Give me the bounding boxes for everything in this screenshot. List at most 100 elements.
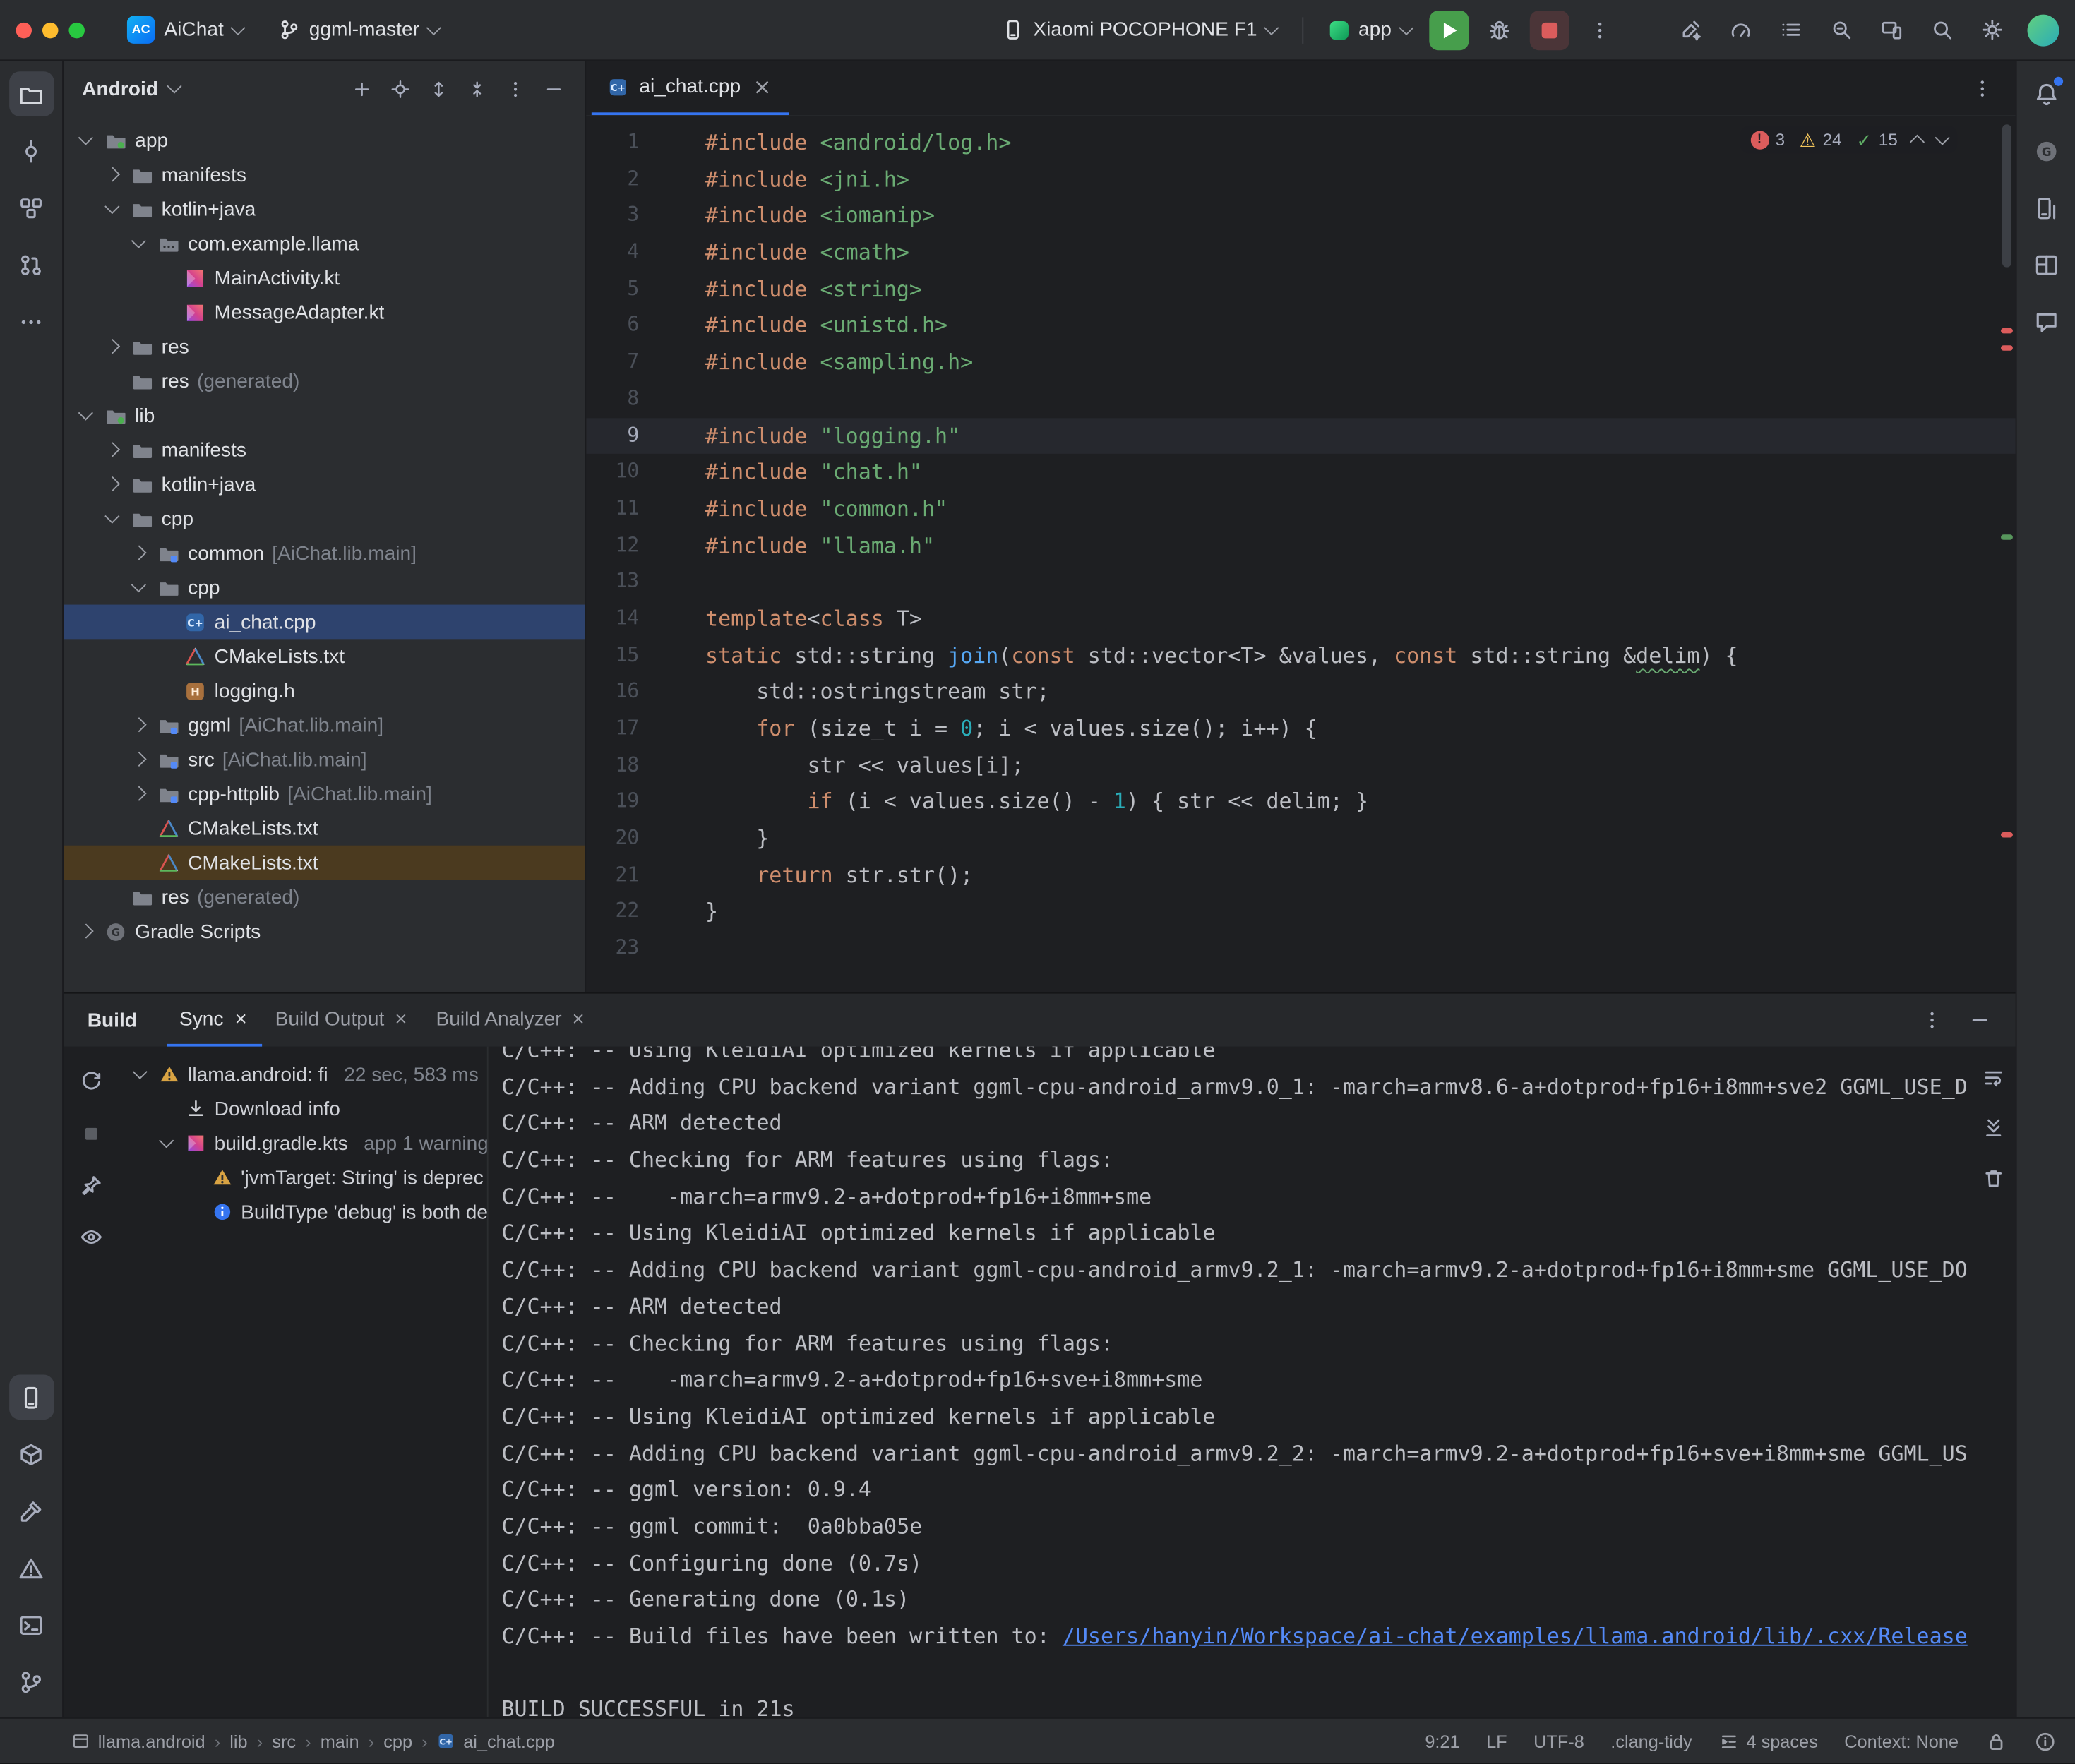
code-line[interactable]: 20 } (586, 820, 2015, 857)
more-actions-button[interactable] (1577, 7, 1622, 52)
editor-tab[interactable]: C+ ai_chat.cpp (592, 61, 789, 115)
tree-item-ai-chat-cpp[interactable]: C+ai_chat.cpp (64, 605, 585, 640)
chevron-right-icon[interactable] (100, 342, 123, 352)
tree-item-ggml[interactable]: ggml[AiChat.lib.main] (64, 708, 585, 743)
chevron-down-icon[interactable] (100, 207, 123, 212)
scroll-end-button[interactable] (1975, 1110, 2010, 1145)
build-tool-button[interactable] (8, 1489, 54, 1534)
tree-item-gradle-scripts[interactable]: GGradle Scripts (64, 914, 585, 949)
chevron-down-icon[interactable] (74, 413, 97, 418)
tree-item-res[interactable]: res(generated) (64, 880, 585, 914)
branch-selector[interactable]: ggml-master (267, 13, 449, 47)
passed-badge[interactable]: ✓ 15 (1856, 130, 1897, 150)
editor-options-button[interactable] (1960, 66, 2005, 111)
console-link[interactable]: /Users/hanyin/Workspace/ai-chat/examples… (1063, 1624, 1968, 1649)
build-tab-build-output[interactable]: Build Output (262, 994, 423, 1047)
errors-badge[interactable]: ! 3 (1750, 130, 1785, 150)
stop-square-button[interactable] (74, 1117, 109, 1151)
breadcrumb-item-lib[interactable]: lib (229, 1732, 247, 1751)
tree-item-cmakelists-txt[interactable]: CMakeLists.txt (64, 846, 585, 880)
code-line[interactable]: 6#include <unistd.h> (586, 308, 2015, 344)
analysis-stripe[interactable] (1997, 116, 2015, 992)
build-tree-item-llama-android-fi[interactable]: llama.android: fi22 sec, 583 ms (119, 1057, 487, 1092)
build-tree-item-download-info[interactable]: Download info (119, 1091, 487, 1126)
code-line[interactable]: 7#include <sampling.h> (586, 344, 2015, 381)
tree-item-com-example-llama[interactable]: com.example.llama (64, 227, 585, 261)
code-area[interactable]: 1#include <android/log.h>2#include <jni.… (586, 116, 2015, 967)
notifications-tool-button[interactable] (2023, 71, 2069, 116)
pull-requests-tool-button[interactable] (8, 242, 54, 287)
project-tool-button[interactable] (8, 71, 54, 116)
chevron-down-icon[interactable] (127, 585, 150, 590)
code-line[interactable]: 19 if (i < values.size() - 1) { str << d… (586, 784, 2015, 820)
scrollbar-thumb[interactable] (2002, 124, 2011, 267)
build-tab-build-analyzer[interactable]: Build Analyzer (423, 994, 600, 1047)
code-line[interactable]: 22} (586, 894, 2015, 930)
chevron-down-icon[interactable] (156, 1141, 177, 1146)
code-line[interactable]: 13 (586, 564, 2015, 601)
soft-wrap-button[interactable] (1975, 1060, 2010, 1094)
expand-all-button[interactable] (421, 71, 457, 107)
build-options-button[interactable] (1910, 997, 1955, 1043)
collapse-all-button[interactable] (459, 71, 495, 107)
breadcrumb-item-cpp[interactable]: cpp (383, 1732, 412, 1751)
chevron-down-icon[interactable] (100, 516, 123, 521)
tree-item-manifests[interactable]: manifests (64, 157, 585, 192)
breadcrumb-item-src[interactable]: src (272, 1732, 296, 1751)
line-separator[interactable]: LF (1486, 1732, 1507, 1751)
close-icon[interactable] (571, 1011, 587, 1026)
tree-item-manifests[interactable]: manifests (64, 433, 585, 467)
code-line[interactable]: 10#include "chat.h" (586, 454, 2015, 491)
tree-item-cmakelists-txt[interactable]: CMakeLists.txt (64, 811, 585, 846)
code-line[interactable]: 9#include "logging.h" (586, 417, 2015, 454)
build-tree-item-jvmtarget-string-is-deprec[interactable]: 'jvmTarget: String' is deprec (119, 1160, 487, 1195)
project-view-selector[interactable]: Android (82, 78, 179, 100)
build-console[interactable]: C/C++: -- Using KleidiAI optimized kerne… (487, 1047, 1971, 1717)
add-button[interactable] (344, 71, 380, 107)
pin-button[interactable] (74, 1168, 109, 1203)
version-control-tool-button[interactable] (8, 1659, 54, 1704)
tree-item-cpp-httplib[interactable]: cpp-httplib[AiChat.lib.main] (64, 776, 585, 811)
clear-button[interactable] (1975, 1160, 2010, 1195)
code-line[interactable]: 23 (586, 930, 2015, 967)
chevron-down-icon[interactable] (130, 1072, 151, 1077)
caret-position[interactable]: 9:21 (1425, 1732, 1459, 1751)
settings-button[interactable] (1969, 7, 2014, 52)
breadcrumb-item-llama-android[interactable]: llama.android (71, 1732, 205, 1751)
chevron-down-icon[interactable] (74, 138, 97, 143)
prev-issue-button[interactable] (1910, 136, 1925, 150)
chevron-right-icon[interactable] (74, 927, 97, 937)
packages-tool-button[interactable] (8, 1432, 54, 1477)
code-line[interactable]: 8 (586, 380, 2015, 417)
running-devices-tool-button[interactable] (8, 1374, 54, 1420)
code-line[interactable]: 14template<class T> (586, 601, 2015, 637)
app-inspection-button[interactable] (1818, 7, 1863, 52)
tree-item-res[interactable]: res(generated) (64, 364, 585, 398)
breadcrumb-item-ai-chat-cpp[interactable]: C+ai_chat.cpp (437, 1732, 555, 1751)
tree-item-cpp[interactable]: cpp (64, 570, 585, 605)
structure-tool-button[interactable] (8, 185, 54, 230)
code-line[interactable]: 15static std::string join(const std::vec… (586, 637, 2015, 674)
build-tree-item-buildtype-debug-is-both-de[interactable]: BuildType 'debug' is both de (119, 1195, 487, 1230)
tree-item-cpp[interactable]: cpp (64, 501, 585, 536)
terminal-tool-button[interactable] (8, 1602, 54, 1648)
code-line[interactable]: 12#include "llama.h" (586, 527, 2015, 564)
build-tree-item-build-gradle-kts[interactable]: build.gradle.ktsapp 1 warning (119, 1126, 487, 1160)
user-avatar[interactable] (2028, 14, 2059, 46)
tree-item-src[interactable]: src[AiChat.lib.main] (64, 743, 585, 777)
minimize-window-button[interactable] (42, 22, 58, 37)
stop-button[interactable] (1530, 10, 1569, 49)
commit-tool-button[interactable] (8, 128, 54, 174)
tree-item-mainactivity-kt[interactable]: MainActivity.kt (64, 260, 585, 295)
chevron-right-icon[interactable] (127, 789, 150, 799)
chevron-right-icon[interactable] (100, 445, 123, 455)
tree-item-app[interactable]: app (64, 123, 585, 157)
build-tab-sync[interactable]: Sync (166, 994, 262, 1047)
close-icon[interactable] (751, 76, 772, 97)
tree-item-res[interactable]: res (64, 330, 585, 364)
problems-tool-button[interactable] (8, 1545, 54, 1590)
close-icon[interactable] (393, 1011, 409, 1026)
close-window-button[interactable] (16, 22, 31, 37)
hide-build-panel-button[interactable] (1957, 997, 2002, 1043)
tree-item-kotlin-java[interactable]: kotlin+java (64, 467, 585, 502)
